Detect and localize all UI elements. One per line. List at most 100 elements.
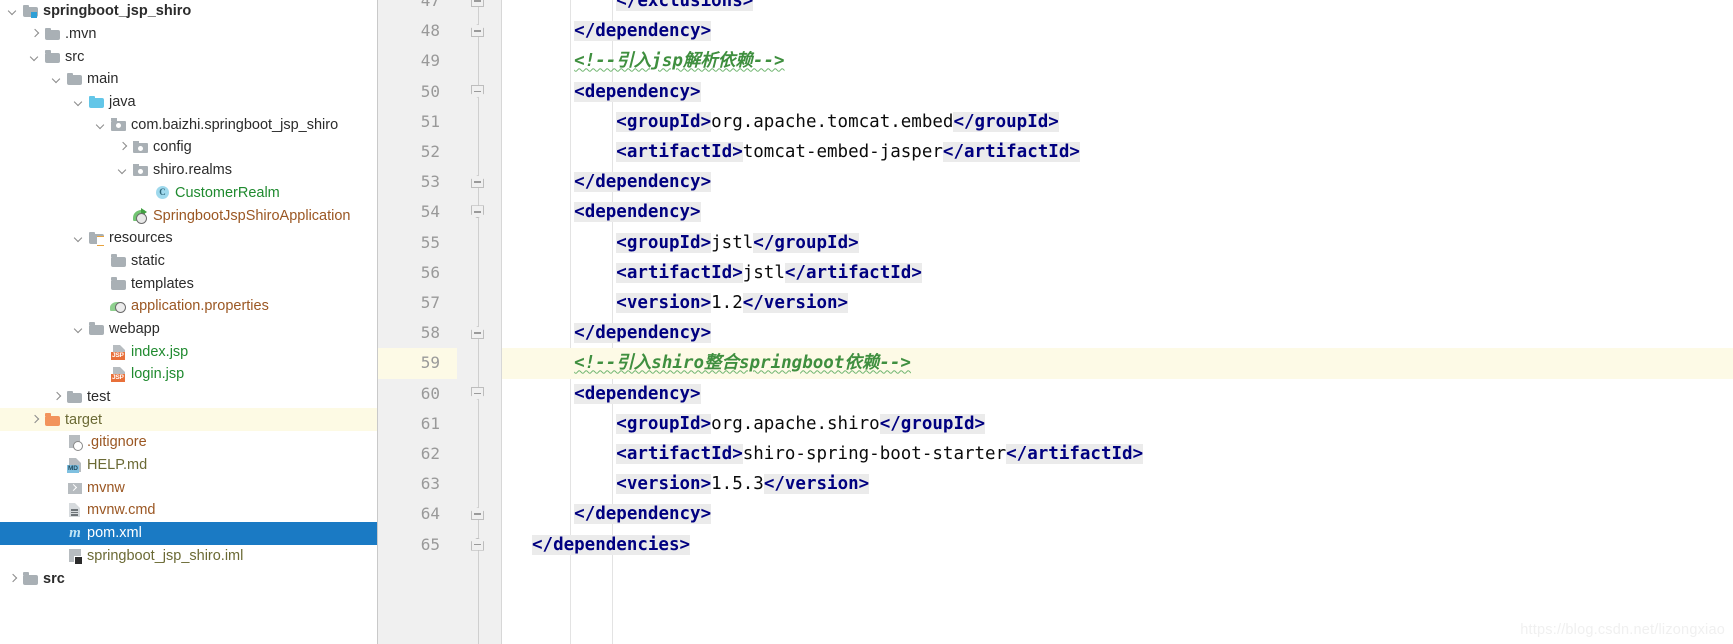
chevron-down-icon[interactable] xyxy=(72,94,88,110)
tree-item-shiro-realms[interactable]: shiro.realms xyxy=(0,159,377,182)
code-line-text[interactable]: </dependency> xyxy=(532,16,712,46)
tree-item-label: main xyxy=(87,71,119,88)
xml-tag-token: </exclusions> xyxy=(616,0,754,11)
tree-item-index-jsp[interactable]: JSP index.jsp xyxy=(0,340,377,363)
iml-file-icon xyxy=(66,548,84,565)
code-fold-toggle-icon[interactable] xyxy=(471,537,486,553)
xml-tag-token: <groupId> xyxy=(616,111,712,132)
chevron-right-icon[interactable] xyxy=(28,412,44,428)
code-line-text[interactable]: <dependency> xyxy=(532,197,701,227)
tree-item-test[interactable]: test xyxy=(0,386,377,409)
code-fold-toggle-icon[interactable] xyxy=(471,205,486,220)
code-line-text[interactable]: </dependency> xyxy=(532,167,712,197)
cmd-file-icon xyxy=(66,502,84,518)
line-number: 58 xyxy=(420,323,440,343)
code-line-text[interactable]: <artifactId>shiro-spring-boot-starter</a… xyxy=(532,439,1144,469)
tree-no-chevron xyxy=(50,502,66,518)
tree-item-icon-wrap xyxy=(88,230,109,247)
tree-item-main[interactable]: main xyxy=(0,68,377,91)
tree-item-help-md[interactable]: MD HELP.md xyxy=(0,454,377,477)
xml-text-token: org.apache.shiro xyxy=(711,413,880,434)
tree-item-customerrealm[interactable]: C CustomerRealm xyxy=(0,182,377,205)
xml-text-token: org.apache.tomcat.embed xyxy=(711,111,954,132)
tree-item-mvnw-cmd[interactable]: mvnw.cmd xyxy=(0,499,377,522)
chevron-right-icon[interactable] xyxy=(6,571,22,587)
tree-item-icon-wrap: JSP xyxy=(110,366,131,383)
tree-item-login-jsp[interactable]: JSP login.jsp xyxy=(0,363,377,386)
tree-item-src[interactable]: src xyxy=(0,45,377,68)
tree-no-chevron xyxy=(50,525,66,541)
chevron-down-icon[interactable] xyxy=(116,162,132,178)
code-fold-toggle-icon[interactable] xyxy=(471,507,486,522)
chevron-down-icon[interactable] xyxy=(72,230,88,246)
ide-window: springboot_jsp_shiro .mvn src main java com.b… xyxy=(0,0,1733,644)
code-text-area[interactable]: </exclusions> </dependency> <!--引入jsp解析依… xyxy=(502,0,1733,644)
tree-item-resources[interactable]: resources xyxy=(0,227,377,250)
tree-item-mvn[interactable]: .mvn xyxy=(0,23,377,46)
tree-item-config[interactable]: config xyxy=(0,136,377,159)
xml-tag-token: </groupId> xyxy=(953,111,1059,132)
code-line-text[interactable]: <!--引入shiro整合springboot依赖--> xyxy=(532,348,911,378)
code-line-text[interactable]: <dependency> xyxy=(532,379,701,409)
chevron-down-icon[interactable] xyxy=(50,71,66,87)
tree-item-java[interactable]: java xyxy=(0,91,377,114)
tree-item-templates[interactable]: templates xyxy=(0,272,377,295)
tree-item-springboot-jsp-shiro[interactable]: springboot_jsp_shiro xyxy=(0,0,377,23)
code-line-text[interactable]: </dependency> xyxy=(532,499,712,529)
tree-item-application-properties[interactable]: application.properties xyxy=(0,295,377,318)
code-line-text[interactable]: <version>1.2</version> xyxy=(532,288,849,318)
tree-item-pom-xml[interactable]: m pom.xml xyxy=(0,521,377,545)
tree-item-springboot-jsp-shiro-iml[interactable]: springboot_jsp_shiro.iml xyxy=(0,545,377,568)
chevron-right-icon[interactable] xyxy=(28,26,44,42)
code-line-text[interactable]: </exclusions> xyxy=(532,0,754,16)
tree-item-com-baizhi-springboot-jsp-shiro[interactable]: com.baizhi.springboot_jsp_shiro xyxy=(0,113,377,136)
xml-tag-token: <dependency> xyxy=(574,202,701,223)
code-line-text[interactable]: <artifactId>tomcat-embed-jasper</artifac… xyxy=(532,137,1080,167)
chevron-right-icon[interactable] xyxy=(116,139,132,155)
tree-item-mvnw[interactable]: mvnw xyxy=(0,476,377,499)
tree-item-webapp[interactable]: webapp xyxy=(0,318,377,341)
chevron-right-icon[interactable] xyxy=(50,389,66,405)
tree-item-label: CustomerRealm xyxy=(175,184,280,201)
tree-item-springbootjspshiroapplication[interactable]: SpringbootJspShiroApplication xyxy=(0,204,377,227)
tree-item-label: target xyxy=(65,411,103,428)
line-number: 47 xyxy=(420,0,440,10)
code-line-text[interactable]: </dependencies> xyxy=(532,530,691,560)
tree-item-target[interactable]: target xyxy=(0,408,377,432)
tree-item-src[interactable]: src xyxy=(0,567,377,590)
code-editor[interactable]: 47 48 49 50 51 52 53 54 55 56 57 58 59 60 61 62 63 64 65 <… xyxy=(378,0,1733,644)
code-fold-toggle-icon[interactable] xyxy=(471,326,486,341)
xml-tag-token: <groupId> xyxy=(616,232,712,253)
project-tree-panel[interactable]: springboot_jsp_shiro .mvn src main java com.b… xyxy=(0,0,378,644)
code-fold-toggle-icon[interactable] xyxy=(471,175,486,190)
code-line-text[interactable]: <dependency> xyxy=(532,77,701,107)
tree-no-chevron xyxy=(50,480,66,496)
package-icon xyxy=(132,139,150,155)
folder-icon xyxy=(110,276,128,292)
code-line-text[interactable]: <groupId>jstl</groupId> xyxy=(532,228,859,258)
chevron-down-icon[interactable] xyxy=(94,117,110,133)
code-line-text[interactable]: <version>1.5.3</version> xyxy=(532,469,870,499)
code-line-text[interactable]: <groupId>org.apache.shiro</groupId> xyxy=(532,409,986,439)
folder-icon xyxy=(44,26,62,42)
code-fold-toggle-icon[interactable] xyxy=(471,386,486,402)
chevron-down-icon[interactable] xyxy=(28,49,44,65)
code-fold-toggle-icon[interactable] xyxy=(471,84,486,100)
tree-item-gitignore[interactable]: .gitignore xyxy=(0,431,377,454)
code-fold-toggle-icon[interactable] xyxy=(471,0,486,9)
chevron-down-icon[interactable] xyxy=(72,321,88,337)
code-line-text[interactable]: <groupId>org.apache.tomcat.embed</groupI… xyxy=(532,107,1059,137)
code-fold-gutter[interactable] xyxy=(457,0,502,644)
code-line-text[interactable]: <!--引入jsp解析依赖--> xyxy=(532,46,784,76)
xml-tag-token: <dependency> xyxy=(574,383,701,404)
code-fold-toggle-icon[interactable] xyxy=(471,24,486,39)
tree-item-static[interactable]: static xyxy=(0,250,377,273)
code-line-text[interactable]: <artifactId>jstl</artifactId> xyxy=(532,258,922,288)
chevron-down-icon[interactable] xyxy=(6,3,22,19)
code-line-text[interactable]: </dependency> xyxy=(532,318,712,348)
xml-tag-token: </version> xyxy=(742,293,849,313)
